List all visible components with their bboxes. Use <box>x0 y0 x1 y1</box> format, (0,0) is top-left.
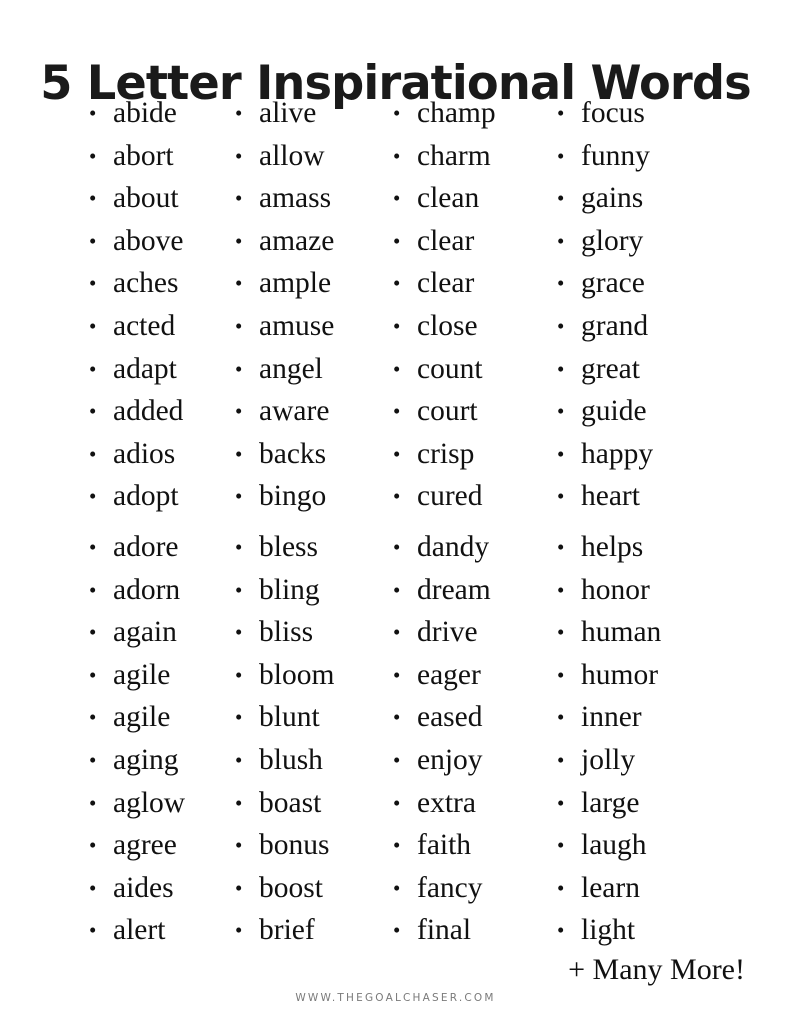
word-column-4: focus funny gains glory grace grand grea… <box>554 92 754 952</box>
word-item: about <box>86 177 232 220</box>
word-item: helps <box>554 526 754 569</box>
footer: WWW.THEGOALCHASER.COM <box>0 988 791 1006</box>
word-item: honor <box>554 569 754 612</box>
word-item: aides <box>86 867 232 910</box>
word-item: aging <box>86 739 232 782</box>
word-list-column-1-bottom: adore adorn again agile agile aging aglo… <box>86 526 232 952</box>
word-item: jolly <box>554 739 754 782</box>
word-item: clear <box>390 220 554 263</box>
word-item: fancy <box>390 867 554 910</box>
word-item: boast <box>232 782 390 825</box>
word-item: aware <box>232 390 390 433</box>
word-item: charm <box>390 135 554 178</box>
word-item: ample <box>232 262 390 305</box>
word-item: bling <box>232 569 390 612</box>
word-item: funny <box>554 135 754 178</box>
word-item: grace <box>554 262 754 305</box>
word-item: champ <box>390 92 554 135</box>
word-item: added <box>86 390 232 433</box>
word-item: aches <box>86 262 232 305</box>
many-more-note: + Many More! <box>568 953 745 986</box>
word-column-3: champ charm clean clear clear close coun… <box>390 92 554 952</box>
word-item: bless <box>232 526 390 569</box>
word-item: agree <box>86 824 232 867</box>
word-item: focus <box>554 92 754 135</box>
word-column-2: alive allow amass amaze ample amuse ange… <box>232 92 390 952</box>
word-item: glory <box>554 220 754 263</box>
word-item: cured <box>390 475 554 518</box>
word-item: drive <box>390 611 554 654</box>
word-item: alert <box>86 909 232 952</box>
word-item: blunt <box>232 696 390 739</box>
word-item: allow <box>232 135 390 178</box>
word-item: count <box>390 348 554 391</box>
word-item: above <box>86 220 232 263</box>
word-item: eased <box>390 696 554 739</box>
word-list-column-3-top: champ charm clean clear clear close coun… <box>390 92 554 518</box>
word-item: crisp <box>390 433 554 476</box>
word-item: clear <box>390 262 554 305</box>
word-item: agile <box>86 654 232 697</box>
word-item: aglow <box>86 782 232 825</box>
printable-word-list-page: 5 Letter Inspirational Words abide abort… <box>0 0 791 1024</box>
word-item: amaze <box>232 220 390 263</box>
word-column-1: abide abort about above aches acted adap… <box>86 92 232 952</box>
word-item: adopt <box>86 475 232 518</box>
word-list-column-2-bottom: bless bling bliss bloom blunt blush boas… <box>232 526 390 952</box>
word-item: close <box>390 305 554 348</box>
word-item: agile <box>86 696 232 739</box>
word-item: gains <box>554 177 754 220</box>
word-item: bingo <box>232 475 390 518</box>
word-item: final <box>390 909 554 952</box>
word-item: dandy <box>390 526 554 569</box>
word-item: faith <box>390 824 554 867</box>
word-item: great <box>554 348 754 391</box>
word-list-column-2-top: alive allow amass amaze ample amuse ange… <box>232 92 390 518</box>
word-item: dream <box>390 569 554 612</box>
word-item: large <box>554 782 754 825</box>
footer-website-url: WWW.THEGOALCHASER.COM <box>295 992 496 1004</box>
word-item: bonus <box>232 824 390 867</box>
word-item: bliss <box>232 611 390 654</box>
word-item: human <box>554 611 754 654</box>
word-item: light <box>554 909 754 952</box>
word-item: guide <box>554 390 754 433</box>
word-item: happy <box>554 433 754 476</box>
word-item: boost <box>232 867 390 910</box>
word-item: abort <box>86 135 232 178</box>
word-item: adorn <box>86 569 232 612</box>
word-item: extra <box>390 782 554 825</box>
word-list-column-3-bottom: dandy dream drive eager eased enjoy extr… <box>390 526 554 952</box>
word-item: abide <box>86 92 232 135</box>
word-item: grand <box>554 305 754 348</box>
word-list-column-1-top: abide abort about above aches acted adap… <box>86 92 232 518</box>
word-item: adapt <box>86 348 232 391</box>
word-item: court <box>390 390 554 433</box>
word-item: again <box>86 611 232 654</box>
word-item: humor <box>554 654 754 697</box>
word-item: alive <box>232 92 390 135</box>
word-item: laugh <box>554 824 754 867</box>
word-item: blush <box>232 739 390 782</box>
word-item: inner <box>554 696 754 739</box>
word-item: eager <box>390 654 554 697</box>
word-list-column-4-bottom: helps honor human humor inner jolly larg… <box>554 526 754 952</box>
word-item: amass <box>232 177 390 220</box>
word-item: bloom <box>232 654 390 697</box>
word-item: heart <box>554 475 754 518</box>
word-item: enjoy <box>390 739 554 782</box>
word-item: clean <box>390 177 554 220</box>
word-item: adore <box>86 526 232 569</box>
word-item: acted <box>86 305 232 348</box>
word-item: backs <box>232 433 390 476</box>
word-item: amuse <box>232 305 390 348</box>
word-item: angel <box>232 348 390 391</box>
word-columns-container: abide abort about above aches acted adap… <box>86 92 754 952</box>
word-item: learn <box>554 867 754 910</box>
word-item: brief <box>232 909 390 952</box>
word-list-column-4-top: focus funny gains glory grace grand grea… <box>554 92 754 518</box>
word-item: adios <box>86 433 232 476</box>
